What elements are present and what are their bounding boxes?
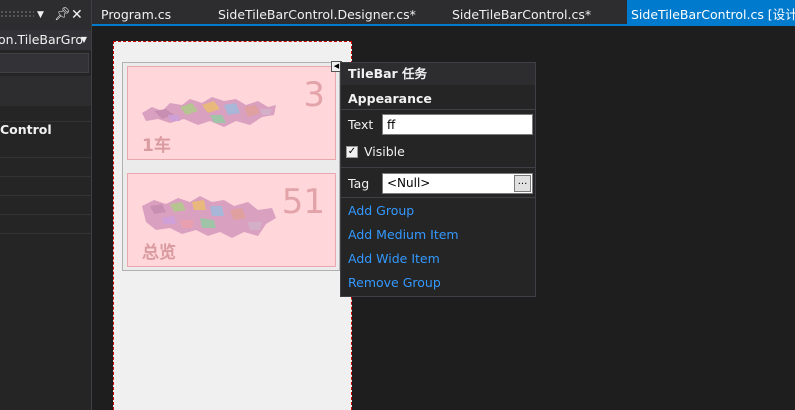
property-row[interactable]	[0, 103, 91, 122]
map-image	[142, 196, 276, 238]
close-icon[interactable]: ✕	[71, 7, 83, 23]
tab-control-design[interactable]: SideTileBarControl.cs [设计]*	[627, 0, 795, 24]
add-wide-item-link[interactable]: Add Wide Item	[348, 251, 440, 267]
separator	[341, 109, 535, 110]
smart-tag-panel: TileBar 任务 Appearance Text ✓ Visible Tag…	[340, 62, 536, 297]
object-selector-text: on.TileBarGro	[0, 32, 84, 47]
tile-item[interactable]: 51 总览	[127, 173, 336, 267]
chevron-down-icon: ▼	[80, 35, 87, 44]
window-position-dropdown-icon[interactable]: ▼	[37, 7, 44, 23]
tile-label: 总览	[142, 243, 176, 263]
visible-label: Visible	[364, 144, 405, 159]
property-row[interactable]	[0, 158, 91, 177]
tag-label: Tag	[348, 176, 370, 191]
text-label: Text	[348, 117, 374, 132]
properties-search-input[interactable]	[0, 53, 89, 73]
tab-control-cs[interactable]: SideTileBarControl.cs*	[452, 0, 591, 24]
properties-panel: ▼ 📌︎ ✕ on.TileBarGro ▼ Control	[0, 0, 92, 410]
tab-program-cs[interactable]: Program.cs	[101, 0, 171, 24]
separator	[341, 167, 535, 168]
tag-field[interactable]: <Null> ...	[382, 173, 533, 194]
tile-item[interactable]: 3 1车	[127, 66, 336, 160]
text-field[interactable]	[382, 114, 533, 135]
separator	[341, 197, 535, 198]
property-row[interactable]	[0, 215, 91, 234]
add-medium-item-link[interactable]: Add Medium Item	[348, 227, 459, 243]
tag-value: <Null>	[387, 176, 431, 190]
tile-count: 3	[303, 75, 325, 115]
properties-panel-header: ▼ 📌︎ ✕	[0, 0, 91, 30]
tile-count: 51	[281, 182, 325, 222]
properties-toolbar	[0, 76, 91, 106]
tab-designer-cs[interactable]: SideTileBarControl.Designer.cs*	[218, 0, 416, 24]
remove-group-link[interactable]: Remove Group	[348, 275, 441, 291]
appearance-group-title: Appearance	[348, 91, 432, 106]
drag-grip[interactable]	[0, 10, 34, 18]
smart-tag-title: TileBar 任务	[341, 63, 535, 85]
add-group-link[interactable]: Add Group	[348, 203, 414, 219]
visible-checkbox[interactable]: ✓	[346, 146, 358, 158]
document-tab-strip: Program.cs SideTileBarControl.Designer.c…	[92, 0, 795, 26]
object-selector[interactable]: on.TileBarGro ▼	[0, 30, 91, 50]
map-image	[142, 97, 276, 127]
property-row[interactable]	[0, 139, 91, 158]
property-row[interactable]	[0, 177, 91, 196]
tag-browse-button[interactable]: ...	[514, 175, 531, 192]
category-header[interactable]: Control	[0, 121, 52, 139]
property-row[interactable]	[0, 196, 91, 215]
tilebar-control[interactable]: 3 1车 51 总览	[122, 62, 340, 271]
tile-label: 1车	[142, 136, 171, 156]
pin-icon[interactable]: 📌︎	[54, 7, 71, 23]
